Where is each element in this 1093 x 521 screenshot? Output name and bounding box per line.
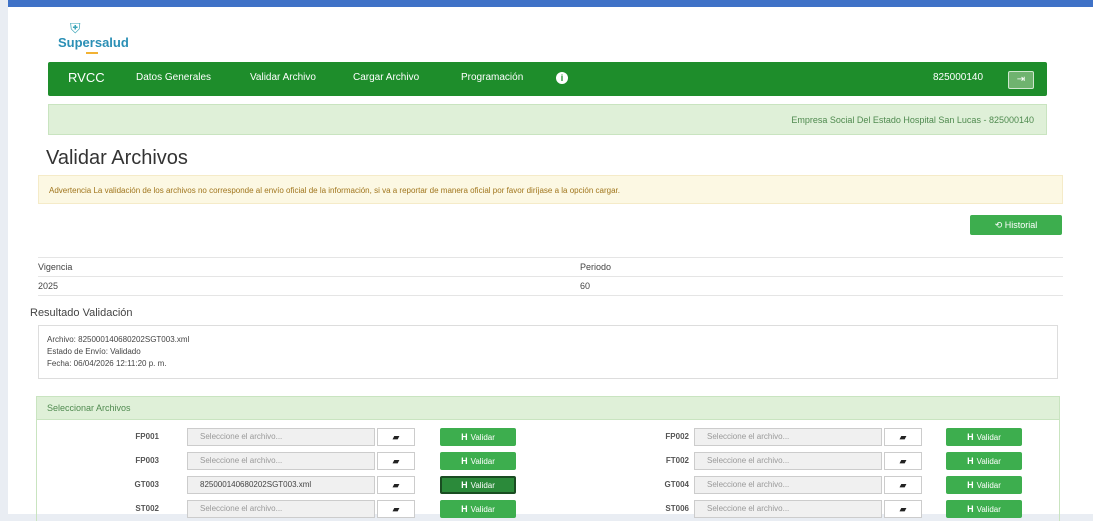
- logo-text: Supersalud: [58, 35, 129, 50]
- result-archivo: Archivo: 825000140680202SGT003.xml: [47, 335, 190, 344]
- browse-folder-icon[interactable]: ▰: [377, 500, 415, 518]
- result-estado: Estado de Envío: Validado: [47, 347, 141, 356]
- validate-button-left[interactable]: H Validar: [440, 476, 516, 494]
- validate-label: Validar: [470, 481, 495, 490]
- select-files-title: Seleccionar Archivos: [47, 403, 131, 413]
- file-code-right: FT002: [665, 456, 689, 465]
- file-input-left[interactable]: 825000140680202SGT003.xml: [187, 476, 375, 494]
- logout-button[interactable]: ⇥: [1008, 71, 1034, 89]
- table-row: 2025 60: [38, 277, 1063, 296]
- nav-item-validar-archivo[interactable]: Validar Archivo: [250, 72, 316, 83]
- file-row: FP001 Seleccione el archivo... ▰ H Valida…: [37, 428, 1061, 447]
- validate-icon: H: [461, 504, 468, 514]
- validate-label: Validar: [976, 433, 1001, 442]
- validate-label: Validar: [976, 505, 1001, 514]
- file-code-right: ST006: [665, 504, 689, 513]
- nav-item-cargar-archivo[interactable]: Cargar Archivo: [353, 72, 419, 83]
- nav-brand[interactable]: RVCC: [68, 70, 105, 85]
- main-navbar: RVCC Datos Generales Validar Archivo Car…: [48, 62, 1047, 96]
- validate-button-right[interactable]: H Validar: [946, 500, 1022, 518]
- validate-label: Validar: [976, 481, 1001, 490]
- browse-folder-icon[interactable]: ▰: [884, 500, 922, 518]
- validate-icon: H: [967, 456, 974, 466]
- validate-button-right[interactable]: H Validar: [946, 428, 1022, 446]
- browse-folder-icon[interactable]: ▰: [884, 428, 922, 446]
- file-row: FP003 Seleccione el archivo... ▰ H Valida…: [37, 452, 1061, 471]
- file-input-left[interactable]: Seleccione el archivo...: [187, 428, 375, 446]
- info-icon[interactable]: i: [556, 72, 568, 84]
- file-input-right[interactable]: Seleccione el archivo...: [694, 500, 882, 518]
- file-code-left: GT003: [134, 480, 159, 489]
- validate-button-left[interactable]: H Validar: [440, 428, 516, 446]
- validate-button-right[interactable]: H Validar: [946, 476, 1022, 494]
- validate-label: Validar: [470, 457, 495, 466]
- cell-periodo: 60: [580, 281, 591, 291]
- user-nit[interactable]: 825000140: [933, 72, 983, 83]
- file-code-right: FP002: [665, 432, 689, 441]
- browse-folder-icon[interactable]: ▰: [884, 452, 922, 470]
- warning-text: Advertencia La validación de los archivo…: [49, 186, 620, 195]
- table-header-row: Vigencia Periodo: [38, 258, 1063, 277]
- file-code-left: FP001: [135, 432, 159, 441]
- file-input-left[interactable]: Seleccione el archivo...: [187, 452, 375, 470]
- nav-item-programacion[interactable]: Programación: [461, 72, 523, 83]
- select-files-panel: Seleccionar Archivos FP001 Seleccione el…: [36, 396, 1060, 521]
- period-table: Vigencia Periodo 2025 60: [38, 257, 1063, 296]
- file-row: ST002 Seleccione el archivo... ▰ H Valida…: [37, 500, 1061, 519]
- page: ⛨ Supersalud RVCC Datos Generales Valida…: [8, 7, 1093, 521]
- browse-folder-icon[interactable]: ▰: [884, 476, 922, 494]
- page-title: Validar Archivos: [46, 147, 188, 169]
- file-code-right: GT004: [664, 480, 689, 489]
- validate-icon: H: [967, 504, 974, 514]
- browse-folder-icon[interactable]: ▰: [377, 428, 415, 446]
- history-button[interactable]: ⟲ Historial: [970, 215, 1062, 235]
- validate-label: Validar: [470, 433, 495, 442]
- validate-icon: H: [461, 432, 468, 442]
- file-input-right[interactable]: Seleccione el archivo...: [694, 428, 882, 446]
- validate-label: Validar: [470, 505, 495, 514]
- file-row: GT003 825000140680202SGT003.xml ▰ H Valid…: [37, 476, 1061, 495]
- validate-icon: H: [461, 480, 468, 490]
- validate-icon: H: [967, 432, 974, 442]
- cell-vigencia: 2025: [38, 281, 59, 291]
- warning-alert: Advertencia La validación de los archivo…: [38, 175, 1063, 204]
- file-input-right[interactable]: Seleccione el archivo...: [694, 476, 882, 494]
- validate-label: Validar: [976, 457, 1001, 466]
- logo-accent: [86, 52, 98, 54]
- validate-icon: H: [461, 456, 468, 466]
- result-box: Archivo: 825000140680202SGT003.xml Estad…: [38, 325, 1058, 379]
- nav-item-datos-generales[interactable]: Datos Generales: [136, 72, 211, 83]
- entity-banner: Empresa Social Del Estado Hospital San L…: [48, 104, 1047, 135]
- validate-button-left[interactable]: H Validar: [440, 500, 516, 518]
- select-files-header: Seleccionar Archivos: [37, 397, 1059, 420]
- entity-name: Empresa Social Del Estado Hospital San L…: [791, 115, 1034, 125]
- validate-button-left[interactable]: H Validar: [440, 452, 516, 470]
- result-fecha: Fecha: 06/04/2026 12:11:20 p. m.: [47, 359, 167, 368]
- file-code-left: ST002: [135, 504, 159, 513]
- column-header-vigencia: Vigencia: [38, 262, 73, 272]
- browse-folder-icon[interactable]: ▰: [377, 476, 415, 494]
- validate-button-right[interactable]: H Validar: [946, 452, 1022, 470]
- column-header-periodo: Periodo: [580, 262, 612, 272]
- validate-icon: H: [967, 480, 974, 490]
- file-input-left[interactable]: Seleccione el archivo...: [187, 500, 375, 518]
- shield-icon: ⛨: [70, 20, 81, 36]
- file-code-left: FP003: [135, 456, 159, 465]
- result-title: Resultado Validación: [30, 307, 133, 319]
- file-input-right[interactable]: Seleccione el archivo...: [694, 452, 882, 470]
- top-accent-bar: [8, 0, 1093, 7]
- browse-folder-icon[interactable]: ▰: [377, 452, 415, 470]
